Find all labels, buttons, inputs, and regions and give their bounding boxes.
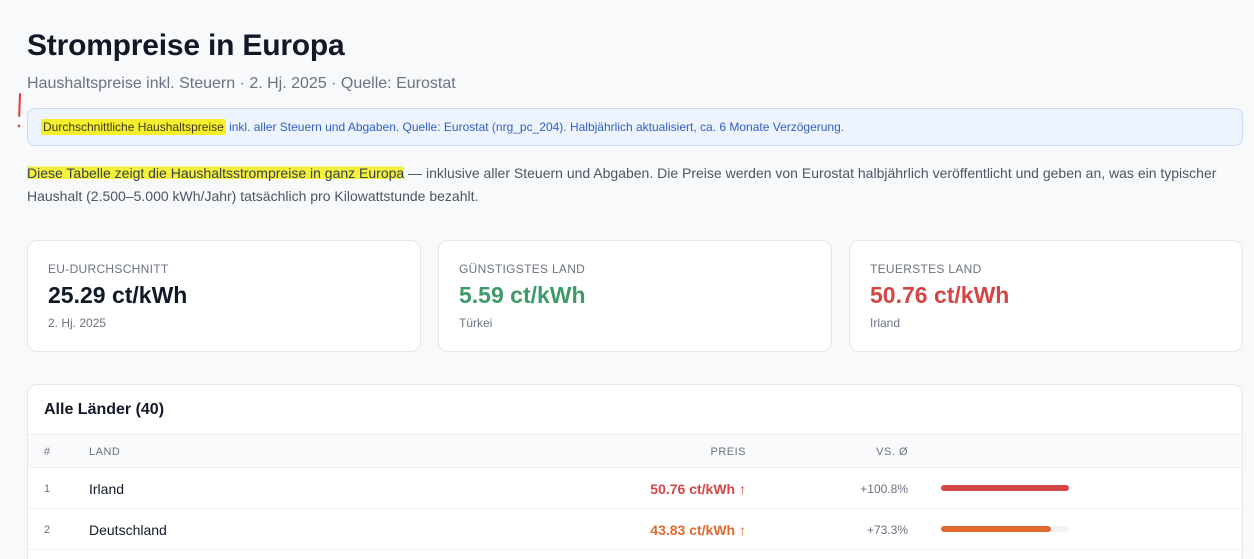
stat-card-cheapest: GÜNSTIGSTES LAND 5.59 ct/kWh Türkei xyxy=(438,240,832,352)
intro-paragraph: Diese Tabelle zeigt die Haushaltsstrompr… xyxy=(27,162,1243,208)
row-price: 43.83 ct/kWh ↑ xyxy=(650,522,746,538)
stat-card-value: 5.59 ct/kWh xyxy=(459,282,586,308)
stat-card-value: 25.29 ct/kWh xyxy=(48,282,188,308)
table-title: Alle Länder (40) xyxy=(28,385,1242,435)
row-price: 50.76 ct/kWh ↑ xyxy=(650,481,746,497)
intro-highlight: Diese Tabelle zeigt die Haushaltsstrompr… xyxy=(27,165,405,181)
header-rank[interactable]: # xyxy=(44,446,51,458)
price-bar-track xyxy=(941,526,1069,532)
table-header: # LAND PREIS VS. Ø xyxy=(28,435,1242,468)
stat-card-label: EU-DURCHSCHNITT xyxy=(48,262,169,276)
stat-card-sub: 2. Hj. 2025 xyxy=(48,316,107,330)
page-title: Strompreise in Europa xyxy=(27,29,345,62)
header-price[interactable]: PREIS xyxy=(710,446,746,458)
table-row[interactable]: 1 Irland 50.76 ct/kWh ↑ +100.8% xyxy=(28,468,1242,509)
table-body: 1 Irland 50.76 ct/kWh ↑ +100.8% 2 Deutschland… xyxy=(28,468,1242,550)
header-land[interactable]: LAND xyxy=(89,446,120,458)
stat-card-sub: Türkei xyxy=(459,316,493,330)
page-subtitle: Haushaltspreise inkl. Steuern · 2. Hj. 2… xyxy=(27,75,456,92)
stat-cards: EU-DURCHSCHNITT 25.29 ct/kWh 2. Hj. 2025… xyxy=(27,240,1243,352)
price-bar-track xyxy=(941,485,1069,491)
header-vs-average[interactable]: VS. Ø xyxy=(876,446,908,458)
row-country: Irland xyxy=(89,481,125,497)
stat-card-value: 50.76 ct/kWh xyxy=(870,282,1010,308)
row-country: Deutschland xyxy=(89,522,167,538)
price-bar-fill xyxy=(941,526,1052,532)
info-text: inkl. aller Steuern und Abgaben. Quelle:… xyxy=(225,120,845,134)
countries-table: Alle Länder (40) # LAND PREIS VS. Ø 1 Irl… xyxy=(27,384,1243,559)
stat-card-label: GÜNSTIGSTES LAND xyxy=(459,262,586,276)
price-bar-fill xyxy=(941,485,1069,491)
row-rank: 1 xyxy=(44,483,51,495)
stat-card-eu-average: EU-DURCHSCHNITT 25.29 ct/kWh 2. Hj. 2025 xyxy=(27,240,421,352)
stat-card-sub: Irland xyxy=(870,316,901,330)
table-row[interactable]: 2 Deutschland 43.83 ct/kWh ↑ +73.3% xyxy=(28,509,1242,550)
stat-card-most-expensive: TEUERSTES LAND 50.76 ct/kWh Irland xyxy=(849,240,1243,352)
stat-card-label: TEUERSTES LAND xyxy=(870,262,982,276)
info-box: Durchschnittliche Haushaltspreise inkl. … xyxy=(27,108,1243,146)
info-highlight: Durchschnittliche Haushaltspreise xyxy=(41,119,226,135)
row-rank: 2 xyxy=(44,524,51,536)
annotation-exclamation-mark xyxy=(17,93,21,128)
row-vs-average: +100.8% xyxy=(860,482,908,496)
row-vs-average: +73.3% xyxy=(866,523,908,537)
